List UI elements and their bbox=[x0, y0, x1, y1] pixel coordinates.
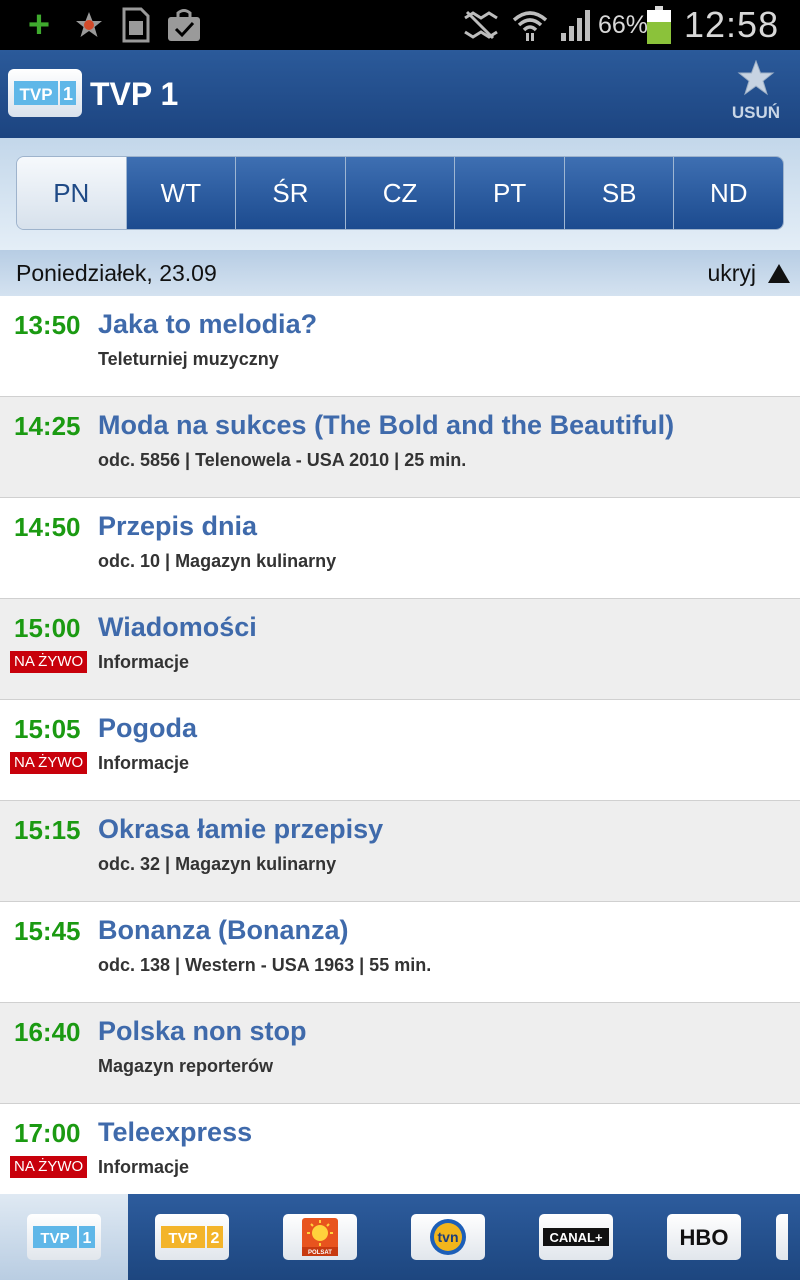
program-description: Informacje bbox=[98, 753, 190, 773]
canal-plus-logo-text: CANAL+ bbox=[549, 1230, 602, 1245]
program-description: Informacje bbox=[98, 1157, 190, 1177]
channel-hbo[interactable]: HBO bbox=[640, 1194, 768, 1280]
channel-canal-plus[interactable]: CANAL+ bbox=[512, 1194, 640, 1280]
program-time: 14:25 bbox=[14, 411, 81, 441]
star-badge-icon bbox=[72, 0, 106, 50]
tvp2-logo: TVP 2 bbox=[155, 1214, 229, 1260]
hbo-logo: HBO bbox=[667, 1214, 741, 1260]
program-description: odc. 5856 | Telenowela - USA 2010 | 25 m… bbox=[98, 450, 467, 470]
program-title: Okrasa łamie przepisy bbox=[98, 814, 384, 844]
channel-logo-text: TVP bbox=[19, 85, 52, 104]
tvp1-logo-text: TVP bbox=[40, 1230, 69, 1247]
page-title: TVP 1 bbox=[90, 76, 179, 112]
tab-sunday[interactable]: ND bbox=[673, 157, 783, 229]
hide-label: ukryj bbox=[707, 259, 756, 286]
tab-saturday[interactable]: SB bbox=[563, 157, 674, 229]
live-badge: NA ŻYWO bbox=[10, 752, 88, 774]
tab-monday[interactable]: PN bbox=[17, 157, 126, 229]
collapse-triangle-icon bbox=[768, 263, 790, 283]
program-row[interactable]: 14:50 Przepis dnia odc. 10 | Magazyn kul… bbox=[0, 498, 800, 599]
program-row[interactable]: 15:15 Okrasa łamie przepisy odc. 32 | Ma… bbox=[0, 801, 800, 902]
plus-icon: + bbox=[27, 3, 51, 46]
channel-next-partial[interactable] bbox=[768, 1194, 790, 1280]
program-description: Teleturniej muzyczny bbox=[98, 349, 279, 369]
date-label: Poniedziałek, 23.09 bbox=[16, 260, 217, 286]
channel-tvp2[interactable]: TVP 2 bbox=[128, 1194, 256, 1280]
sim-card-icon bbox=[118, 0, 154, 50]
program-time: 15:05 bbox=[14, 714, 81, 744]
hide-button[interactable]: ukryj bbox=[707, 250, 790, 296]
program-time: 14:50 bbox=[14, 512, 81, 542]
program-row[interactable]: 14:25 Moda na sukces (The Bold and the B… bbox=[0, 397, 800, 498]
channel-bar: TVP 1 TVP 2 POLSAT tvn CANAL+ HBO bbox=[0, 1194, 800, 1280]
channel-logo-number: 1 bbox=[63, 84, 73, 104]
status-bar: + 66% 12:58 bbox=[0, 0, 800, 50]
channel-logo: TVP 1 bbox=[8, 69, 82, 117]
program-description: Magazyn reporterów bbox=[98, 1056, 274, 1076]
program-row[interactable]: 13:50 Jaka to melodia? Teleturniej muzyc… bbox=[0, 296, 800, 397]
signal-icon bbox=[558, 0, 594, 50]
program-row[interactable]: 15:05 NA ŻYWO Pogoda Informacje bbox=[0, 700, 800, 801]
program-description: odc. 138 | Western - USA 1963 | 55 min. bbox=[98, 955, 432, 975]
program-title: Bonanza (Bonanza) bbox=[98, 915, 349, 945]
program-title: Moda na sukces (The Bold and the Beautif… bbox=[98, 410, 675, 440]
live-badge: NA ŻYWO bbox=[10, 1156, 88, 1178]
program-row[interactable]: 17:00 NA ŻYWO Teleexpress Informacje bbox=[0, 1104, 800, 1194]
program-title: Jaka to melodia? bbox=[98, 309, 318, 339]
polsat-logo-text: POLSAT bbox=[308, 1250, 332, 1256]
program-row[interactable]: 15:00 NA ŻYWO Wiadomości Informacje bbox=[0, 599, 800, 700]
battery-icon bbox=[645, 0, 673, 50]
program-time: 17:00 bbox=[14, 1118, 81, 1148]
tab-friday[interactable]: PT bbox=[454, 157, 564, 229]
date-bar: Poniedziałek, 23.09 ukryj bbox=[0, 250, 800, 296]
program-row[interactable]: 16:40 Polska non stop Magazyn reporterów bbox=[0, 1003, 800, 1104]
tab-tuesday[interactable]: WT bbox=[125, 157, 236, 229]
program-title: Pogoda bbox=[98, 713, 197, 743]
tab-wednesday[interactable]: ŚR bbox=[235, 157, 345, 229]
live-badge: NA ŻYWO bbox=[10, 651, 88, 673]
program-time: 16:40 bbox=[14, 1017, 81, 1047]
channel-tvn[interactable]: tvn bbox=[384, 1194, 512, 1280]
program-time: 15:00 bbox=[14, 613, 81, 643]
channel-tvp1[interactable]: TVP 1 bbox=[0, 1194, 128, 1280]
channel-polsat[interactable]: POLSAT bbox=[256, 1194, 384, 1280]
day-tabs-area: PN WT ŚR CZ PT SB ND bbox=[0, 138, 800, 250]
program-title: Polska non stop bbox=[98, 1016, 307, 1046]
program-title: Przepis dnia bbox=[98, 511, 258, 541]
shopping-bag-icon bbox=[164, 0, 204, 50]
program-title: Wiadomości bbox=[98, 612, 257, 642]
tab-thursday[interactable]: CZ bbox=[344, 157, 455, 229]
program-description: Informacje bbox=[98, 652, 190, 672]
star-icon bbox=[737, 59, 775, 96]
canal-plus-logo: CANAL+ bbox=[539, 1214, 613, 1260]
tvp1-logo: TVP 1 bbox=[27, 1214, 101, 1260]
program-time: 13:50 bbox=[14, 310, 81, 340]
clock: 12:58 bbox=[684, 4, 780, 45]
battery-percent: 66% bbox=[598, 11, 649, 39]
remove-label: USUŃ bbox=[731, 103, 781, 122]
mute-icon bbox=[460, 0, 500, 50]
tvp2-logo-text: TVP bbox=[168, 1230, 197, 1247]
program-title: Teleexpress bbox=[98, 1117, 253, 1147]
tvn-logo-text: tvn bbox=[438, 1229, 459, 1245]
remove-favorite-button[interactable]: USUŃ bbox=[726, 59, 786, 132]
wifi-icon bbox=[510, 0, 550, 50]
program-list: 13:50 Jaka to melodia? Teleturniej muzyc… bbox=[0, 296, 800, 1194]
tvp2-logo-number: 2 bbox=[211, 1230, 220, 1247]
hbo-logo-text: HBO bbox=[680, 1225, 729, 1250]
program-time: 15:15 bbox=[14, 815, 81, 845]
program-time: 15:45 bbox=[14, 916, 81, 946]
app-header: TVP 1 TVP 1 USUŃ bbox=[0, 50, 800, 138]
day-tabs: PN WT ŚR CZ PT SB ND bbox=[16, 156, 784, 230]
program-description: odc. 32 | Magazyn kulinarny bbox=[98, 854, 337, 874]
tvn-logo: tvn bbox=[411, 1214, 485, 1260]
program-row[interactable]: 15:45 Bonanza (Bonanza) odc. 138 | Weste… bbox=[0, 902, 800, 1003]
tvp1-logo-number: 1 bbox=[83, 1230, 92, 1247]
program-description: odc. 10 | Magazyn kulinarny bbox=[98, 551, 337, 571]
next-channel-logo bbox=[776, 1214, 788, 1260]
polsat-logo: POLSAT bbox=[283, 1214, 357, 1260]
